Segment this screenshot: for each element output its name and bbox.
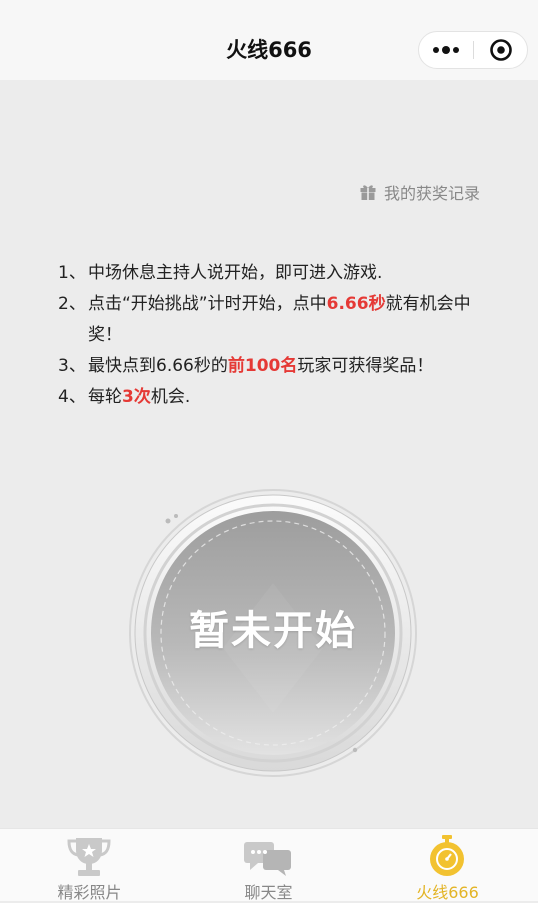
- rule-item: 2、 点击“开始挑战”计时开始，点中6.66秒就有机会中奖！: [58, 289, 498, 351]
- rule-number: 3、: [58, 356, 86, 376]
- prize-record-link[interactable]: 我的获奖记录: [359, 181, 480, 203]
- rule-item: 3、 最快点到6.66秒的前100名玩家可获得奖品！: [58, 351, 498, 382]
- rule-text: 最快点到6.66秒的前100名玩家可获得奖品！: [88, 351, 498, 382]
- gift-icon: [360, 185, 376, 200]
- rules-list: 1、 中场休息主持人说开始，即可进入游戏. 2、 点击“开始挑战”计时开始，点中6.6…: [58, 258, 498, 413]
- rule-number: 1、: [58, 263, 86, 283]
- rule-text: 每轮3次机会.: [88, 382, 498, 413]
- navigation-bar: 火线666: [0, 0, 538, 80]
- rule-item: 4、 每轮3次机会.: [58, 382, 498, 413]
- tab-bar: 精彩照片 聊天室 火线666: [0, 828, 538, 902]
- trophy-icon: [67, 838, 111, 876]
- rule-highlight: 6.66秒: [326, 294, 386, 314]
- rule-item: 1、 中场休息主持人说开始，即可进入游戏.: [58, 258, 498, 289]
- rule-highlight: 前100名: [227, 356, 298, 376]
- tab-photos[interactable]: 精彩照片: [0, 829, 179, 902]
- rule-text-segment: 点击“开始挑战”计时开始，点中: [88, 294, 327, 314]
- more-dots-icon: [433, 46, 459, 54]
- tab-huoxian[interactable]: 火线666: [358, 829, 537, 902]
- tab-chatroom[interactable]: 聊天室: [179, 829, 358, 902]
- rule-text-segment: 机会.: [150, 387, 191, 407]
- rule-text-segment: 最快点到6.66秒的: [88, 356, 228, 376]
- rule-text-segment: 每轮: [88, 387, 122, 407]
- target-circle-icon: [490, 39, 512, 61]
- rule-text: 点击“开始挑战”计时开始，点中6.66秒就有机会中奖！: [88, 289, 498, 351]
- tab-chatroom-label: 聊天室: [244, 883, 293, 902]
- rule-text: 中场休息主持人说开始，即可进入游戏.: [88, 258, 498, 289]
- start-button-label: 暂未开始: [189, 608, 357, 654]
- stopwatch-icon: [430, 835, 464, 876]
- chat-bubbles-icon: [244, 842, 291, 876]
- rule-text-segment: 玩家可获得奖品！: [297, 356, 434, 376]
- rule-number: 4、: [58, 387, 86, 407]
- close-mini-program-button[interactable]: [474, 32, 528, 68]
- rule-highlight: 3次: [122, 387, 151, 407]
- prize-record-label: 我的获奖记录: [383, 184, 480, 203]
- rule-text-segment: 中场休息主持人说开始，即可进入游戏.: [88, 263, 383, 283]
- mini-program-capsule: [418, 31, 528, 69]
- tab-photos-label: 精彩照片: [57, 883, 122, 902]
- rule-number: 2、: [58, 294, 86, 314]
- more-options-button[interactable]: [419, 32, 473, 68]
- tab-huoxian-label: 火线666: [416, 883, 479, 902]
